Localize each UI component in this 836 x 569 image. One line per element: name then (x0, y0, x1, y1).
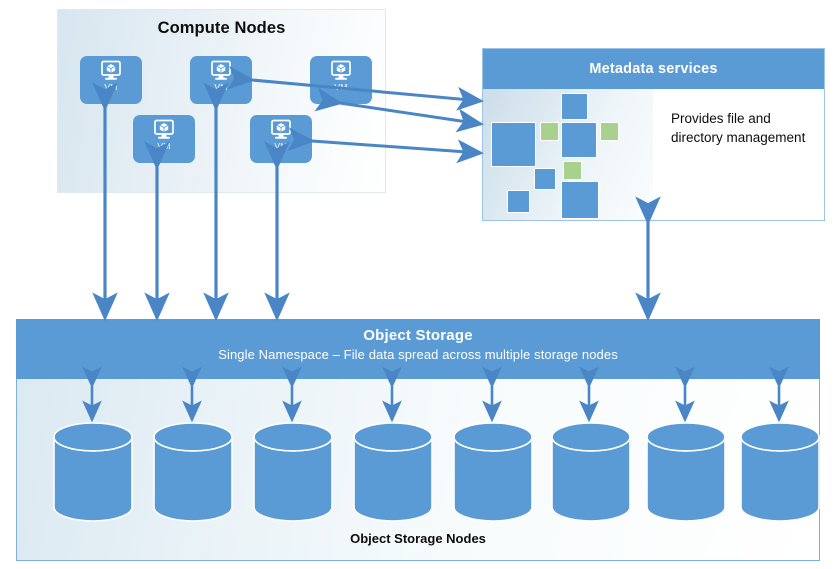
metadata-mosaic-tile-7 (534, 168, 556, 190)
database-cylinder-icon[interactable] (252, 422, 334, 524)
object-storage-subtitle: Single Namespace – File data spread acro… (218, 347, 618, 362)
metadata-mosaic-tile-8 (561, 181, 599, 219)
metadata-mosaic-graphic (483, 89, 653, 220)
compute-node-3[interactable]: VM (190, 56, 252, 104)
virtual-machine-monitor-icon (133, 119, 195, 141)
metadata-mosaic-tile-2 (491, 122, 536, 167)
compute-node-5[interactable]: VM (310, 56, 372, 104)
virtual-machine-monitor-icon (250, 119, 312, 141)
metadata-services-panel: Metadata services Provides file and dire… (482, 48, 825, 221)
metadata-services-body: Provides file and directory management (483, 89, 824, 220)
database-cylinder-icon[interactable] (739, 422, 821, 524)
virtual-machine-monitor-icon (310, 60, 372, 82)
virtual-machine-monitor-icon (80, 60, 142, 82)
compute-node-4[interactable]: VM (250, 115, 312, 163)
database-cylinder-icon[interactable] (52, 422, 134, 524)
database-cylinder-icon[interactable] (152, 422, 234, 524)
compute-node-label: VM (157, 141, 171, 151)
compute-node-label: VM (334, 82, 348, 92)
virtual-machine-monitor-icon (190, 60, 252, 82)
compute-node-label: VM (214, 82, 228, 92)
compute-node-2[interactable]: VM (133, 115, 195, 163)
architecture-diagram: Compute Nodes VM VM VM VM VM Metadata se… (0, 0, 836, 569)
database-cylinder-icon[interactable] (645, 422, 727, 524)
metadata-mosaic-tile-1 (561, 93, 588, 120)
metadata-mosaic-tile-4 (561, 122, 597, 158)
database-cylinder-icon[interactable] (550, 422, 632, 524)
object-storage-nodes-label: Object Storage Nodes (350, 531, 486, 546)
object-storage-title: Object Storage (363, 327, 473, 344)
metadata-mosaic-tile-5 (600, 122, 619, 141)
metadata-services-description: Provides file and directory management (671, 111, 806, 145)
metadata-mosaic-tile-3 (540, 122, 559, 141)
object-storage-header: Object Storage Single Namespace – File d… (16, 319, 820, 379)
metadata-services-title: Metadata services (483, 49, 824, 89)
metadata-mosaic-tile-6 (563, 161, 582, 180)
compute-node-label: VM (274, 141, 288, 151)
compute-node-1[interactable]: VM (80, 56, 142, 104)
metadata-mosaic-tile-9 (507, 190, 530, 213)
database-cylinder-icon[interactable] (452, 422, 534, 524)
database-cylinder-icon[interactable] (352, 422, 434, 524)
compute-nodes-title: Compute Nodes (157, 19, 286, 37)
compute-node-label: VM (104, 82, 118, 92)
